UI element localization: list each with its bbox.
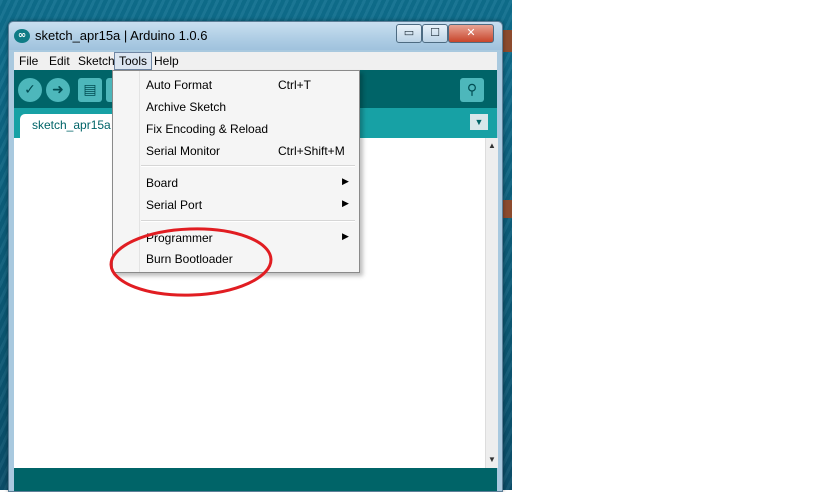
scroll-up-icon[interactable]: ▲ bbox=[486, 140, 498, 152]
minimize-icon: ▭ bbox=[403, 26, 415, 39]
menu-item-label: Board bbox=[146, 176, 179, 190]
menu-item-serial-port[interactable]: Serial Port ▶ bbox=[113, 194, 359, 216]
shortcut-label: Ctrl+T bbox=[278, 78, 311, 92]
triangle-down-icon: ▼ bbox=[474, 117, 484, 127]
serial-monitor-button[interactable]: ⚲ bbox=[460, 78, 484, 102]
close-icon: ✕ bbox=[466, 26, 476, 39]
menu-item-label: Serial Monitor bbox=[146, 144, 221, 158]
menu-item-serial-monitor[interactable]: Serial Monitor Ctrl+Shift+M bbox=[113, 140, 359, 162]
maximize-icon: ☐ bbox=[430, 26, 440, 39]
menu-tools[interactable]: Tools bbox=[114, 52, 153, 70]
upload-button[interactable]: ➜ bbox=[46, 78, 70, 102]
maximize-button[interactable]: ☐ bbox=[422, 24, 448, 43]
window-title: sketch_apr15a | Arduino 1.0.6 bbox=[35, 28, 208, 43]
magnifier-icon: ⚲ bbox=[466, 82, 478, 98]
menu-sketch[interactable]: Sketch bbox=[74, 52, 119, 70]
arduino-logo-icon: ∞ bbox=[14, 29, 30, 43]
submenu-arrow-icon: ▶ bbox=[342, 198, 349, 208]
menu-item-programmer[interactable]: Programmer ▶ bbox=[113, 227, 359, 249]
menu-item-label: Fix Encoding & Reload bbox=[146, 122, 269, 136]
menu-item-board[interactable]: Board ▶ bbox=[113, 172, 359, 194]
verify-button[interactable]: ✓ bbox=[18, 78, 42, 102]
status-bar bbox=[14, 468, 497, 491]
menu-separator bbox=[141, 165, 355, 167]
menu-separator bbox=[141, 220, 355, 222]
submenu-arrow-icon: ▶ bbox=[342, 176, 349, 186]
minimize-button[interactable]: ▭ bbox=[396, 24, 422, 43]
menu-item-auto-format[interactable]: Auto Format Ctrl+T bbox=[113, 74, 359, 96]
desktop-icon[interactable] bbox=[503, 30, 512, 52]
menu-edit[interactable]: Edit bbox=[45, 52, 74, 70]
menu-item-label: Auto Format bbox=[146, 78, 213, 92]
new-button[interactable]: ▤ bbox=[78, 78, 102, 102]
menu-item-label: Serial Port bbox=[146, 198, 203, 212]
tab-menu-button[interactable]: ▼ bbox=[470, 114, 488, 130]
menu-item-label: Programmer bbox=[146, 231, 213, 245]
menu-item-label: Archive Sketch bbox=[146, 100, 227, 114]
arrow-right-icon: ➜ bbox=[52, 82, 64, 98]
menu-item-label: Burn Bootloader bbox=[146, 252, 233, 266]
menu-item-burn-bootloader[interactable]: Burn Bootloader bbox=[113, 248, 359, 270]
menu-file[interactable]: File bbox=[15, 52, 42, 70]
menu-help[interactable]: Help bbox=[150, 52, 183, 70]
shortcut-label: Ctrl+Shift+M bbox=[278, 144, 345, 158]
tools-dropdown-menu: Auto Format Ctrl+T Archive Sketch Fix En… bbox=[112, 70, 360, 273]
check-icon: ✓ bbox=[24, 82, 36, 98]
title-bar[interactable]: ∞ sketch_apr15a | Arduino 1.0.6 ▭ ☐ ✕ bbox=[9, 22, 502, 50]
desktop-icon[interactable] bbox=[503, 200, 512, 218]
editor-scrollbar[interactable]: ▲ ▼ bbox=[485, 138, 498, 468]
close-button[interactable]: ✕ bbox=[448, 24, 494, 43]
menu-item-archive-sketch[interactable]: Archive Sketch bbox=[113, 96, 359, 118]
menu-bar: File Edit Sketch Tools Help bbox=[14, 52, 497, 70]
scroll-down-icon[interactable]: ▼ bbox=[486, 454, 498, 466]
submenu-arrow-icon: ▶ bbox=[342, 231, 349, 241]
menu-item-fix-encoding[interactable]: Fix Encoding & Reload bbox=[113, 118, 359, 140]
new-file-icon: ▤ bbox=[83, 82, 97, 98]
